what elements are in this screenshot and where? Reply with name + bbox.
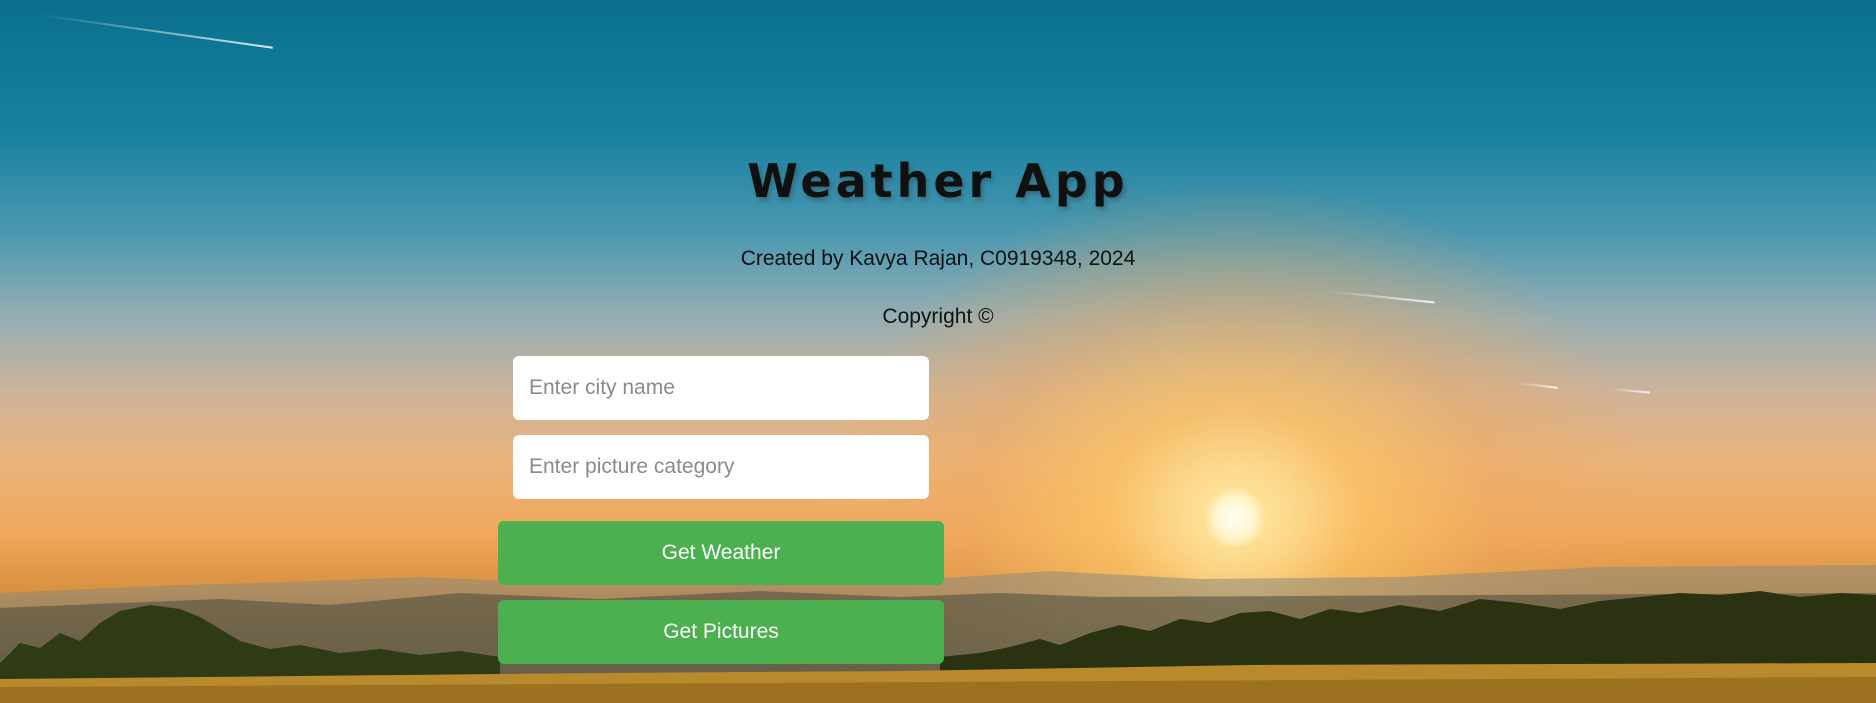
get-weather-button[interactable]: Get Weather (498, 521, 944, 585)
contrail (1609, 388, 1650, 394)
page-title: Weather App (747, 154, 1129, 208)
contrail (1517, 382, 1558, 389)
contrail (39, 14, 273, 49)
city-input[interactable] (513, 356, 929, 420)
picture-category-input[interactable] (513, 435, 929, 499)
sun (1205, 488, 1265, 548)
get-pictures-button[interactable]: Get Pictures (498, 600, 944, 664)
sunset-background (0, 0, 1876, 703)
credit-text: Created by Kavya Rajan, C0919348, 2024 (740, 247, 1136, 270)
copyright-text: Copyright © (882, 305, 994, 328)
contrail (1324, 290, 1435, 304)
